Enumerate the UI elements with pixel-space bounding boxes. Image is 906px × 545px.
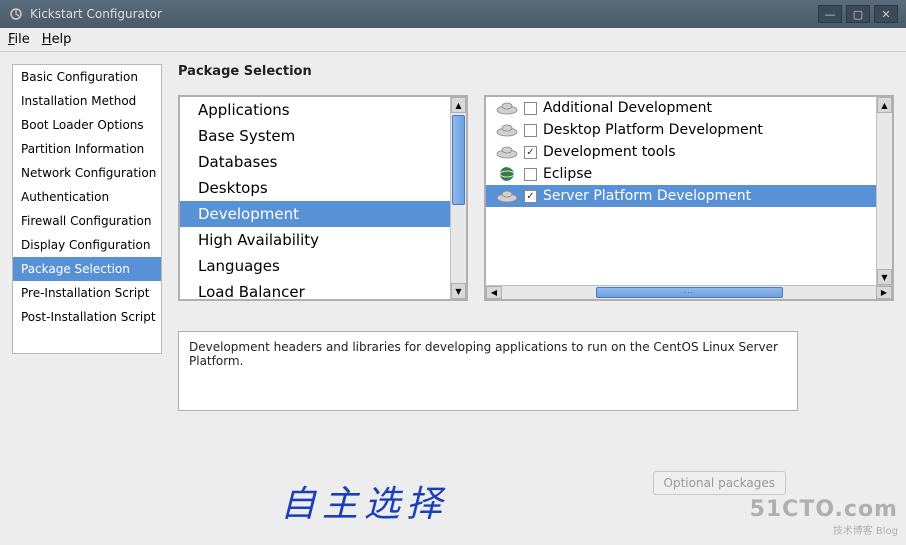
scroll-down-icon[interactable]: ▼ [451, 283, 466, 299]
maximize-button[interactable]: ▢ [846, 5, 870, 23]
page-title: Package Selection [178, 64, 894, 79]
package-checkbox[interactable] [524, 168, 537, 181]
category-item[interactable]: Development [180, 201, 450, 227]
menubar: File Help [0, 28, 906, 52]
scroll-left-icon[interactable]: ◀ [486, 286, 502, 299]
hat-icon [496, 122, 518, 138]
minimize-button[interactable]: — [818, 5, 842, 23]
package-item[interactable]: Eclipse [486, 163, 876, 185]
package-label: Desktop Platform Development [543, 122, 763, 138]
watermark-tagline: 技术博客 Blog [750, 522, 898, 537]
hscroll-track[interactable]: ··· [502, 286, 876, 299]
menu-help[interactable]: Help [42, 32, 72, 47]
package-panels: ApplicationsBase SystemDatabasesDesktops… [178, 95, 894, 301]
hat-icon [496, 100, 518, 116]
window-title: Kickstart Configurator [30, 7, 818, 21]
scroll-thumb[interactable] [452, 115, 465, 205]
hat-icon [496, 188, 518, 204]
window-body: File Help Basic ConfigurationInstallatio… [0, 28, 906, 545]
sidebar-item[interactable]: Authentication [13, 185, 161, 209]
category-item[interactable]: High Availability [180, 227, 450, 253]
scroll-down-icon[interactable]: ▼ [877, 269, 892, 285]
package-description: Development headers and libraries for de… [178, 331, 798, 411]
category-item[interactable]: Languages [180, 253, 450, 279]
content: Package Selection ApplicationsBase Syste… [178, 64, 894, 533]
package-item[interactable]: ✓ Development tools [486, 141, 876, 163]
package-checkbox[interactable]: ✓ [524, 146, 537, 159]
package-hscrollbar[interactable]: ◀ ··· ▶ [484, 285, 894, 301]
globe-icon [496, 166, 518, 182]
sidebar-item[interactable]: Boot Loader Options [13, 113, 161, 137]
menu-file[interactable]: File [8, 32, 30, 47]
sidebar-item[interactable]: Basic Configuration [13, 65, 161, 89]
package-checkbox[interactable]: ✓ [524, 190, 537, 203]
package-label: Server Platform Development [543, 188, 751, 204]
sidebar-item[interactable]: Network Configuration [13, 161, 161, 185]
package-checkbox[interactable] [524, 102, 537, 115]
titlebar: Kickstart Configurator — ▢ ✕ [0, 0, 906, 28]
package-listbox: Additional Development Desktop Platform D… [484, 95, 894, 287]
category-listbox: ApplicationsBase SystemDatabasesDesktops… [178, 95, 468, 301]
category-item[interactable]: Databases [180, 149, 450, 175]
package-item[interactable]: Desktop Platform Development [486, 119, 876, 141]
package-label: Development tools [543, 144, 676, 160]
package-list[interactable]: Additional Development Desktop Platform D… [486, 97, 876, 285]
package-scrollbar[interactable]: ▲ ▼ [876, 97, 892, 285]
sidebar-item[interactable]: Firewall Configuration [13, 209, 161, 233]
scroll-up-icon[interactable]: ▲ [451, 97, 466, 113]
category-list[interactable]: ApplicationsBase SystemDatabasesDesktops… [180, 97, 450, 299]
window-controls: — ▢ ✕ [818, 5, 898, 23]
package-label: Additional Development [543, 100, 712, 116]
category-item[interactable]: Desktops [180, 175, 450, 201]
sidebar-item[interactable]: Display Configuration [13, 233, 161, 257]
sidebar-item[interactable]: Partition Information [13, 137, 161, 161]
sidebar-item[interactable]: Pre-Installation Script [13, 281, 161, 305]
sidebar: Basic ConfigurationInstallation MethodBo… [12, 64, 162, 354]
category-item[interactable]: Base System [180, 123, 450, 149]
watermark: 51CTO.com 技术博客 Blog [750, 497, 898, 537]
package-label: Eclipse [543, 166, 592, 182]
package-checkbox[interactable] [524, 124, 537, 137]
sidebar-item[interactable]: Package Selection [13, 257, 161, 281]
package-wrap: Additional Development Desktop Platform D… [484, 95, 894, 301]
scroll-right-icon[interactable]: ▶ [876, 286, 892, 299]
package-item[interactable]: Additional Development [486, 97, 876, 119]
sidebar-item[interactable]: Installation Method [13, 89, 161, 113]
package-item[interactable]: ✓ Server Platform Development [486, 185, 876, 207]
watermark-site: 51CTO.com [750, 497, 898, 522]
hscroll-thumb[interactable]: ··· [596, 287, 783, 298]
category-item[interactable]: Load Balancer [180, 279, 450, 299]
category-scrollbar[interactable]: ▲ ▼ [450, 97, 466, 299]
category-item[interactable]: Applications [180, 97, 450, 123]
hat-icon [496, 144, 518, 160]
handwriting-annotation: 自主选择 [280, 475, 448, 527]
scroll-up-icon[interactable]: ▲ [877, 97, 892, 113]
close-button[interactable]: ✕ [874, 5, 898, 23]
optional-packages-button[interactable]: Optional packages [653, 471, 786, 495]
sidebar-item[interactable]: Post-Installation Script [13, 305, 161, 329]
app-icon [8, 6, 24, 22]
